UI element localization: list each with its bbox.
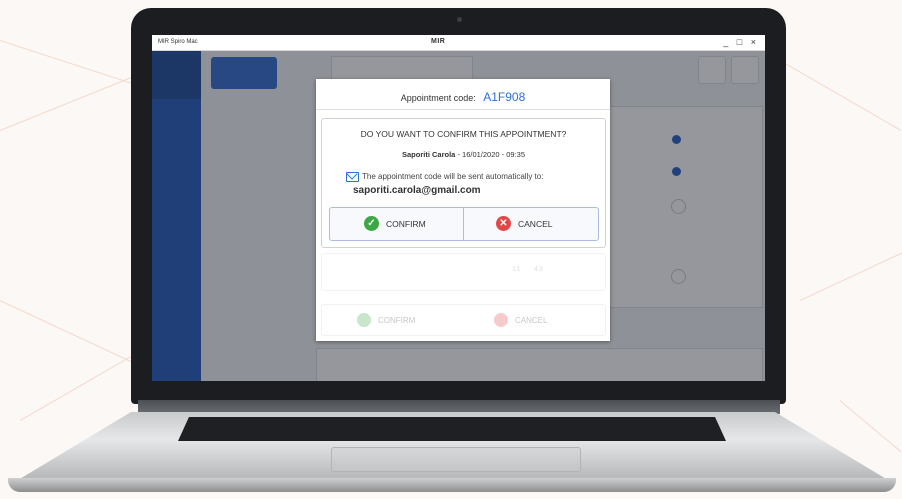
faded-underlying-form: 11 43 CONFIRM CANCEL: [316, 79, 610, 341]
keyboard: [178, 417, 726, 441]
laptop-screen: MIR Spiro Mac MIR _ □ × Appointment code…: [152, 35, 765, 381]
laptop-hinge: [138, 400, 780, 414]
faded-minute: 43: [534, 266, 544, 273]
faded-check-icon: [357, 313, 371, 327]
window-titlebar: MIR Spiro Mac MIR _ □ ×: [152, 35, 765, 51]
faded-time-picker: 11 43: [321, 253, 606, 291]
touchpad: [331, 447, 581, 472]
faded-cancel-label: CANCEL: [515, 316, 548, 325]
webcam: [457, 17, 462, 22]
laptop-front-edge: [8, 478, 896, 492]
window-controls[interactable]: _ □ ×: [723, 37, 759, 47]
faded-x-icon: [494, 313, 508, 327]
faded-hour: 11: [512, 266, 522, 273]
faded-confirm-label: CONFIRM: [378, 316, 416, 325]
faded-action-buttons: CONFIRM CANCEL: [321, 304, 606, 336]
appointment-dialog: Appointment code: A1F908 DO YOU WANT TO …: [316, 79, 610, 341]
app-name: MIR Spiro Mac: [158, 39, 198, 45]
brand-logo: MIR: [431, 38, 446, 45]
